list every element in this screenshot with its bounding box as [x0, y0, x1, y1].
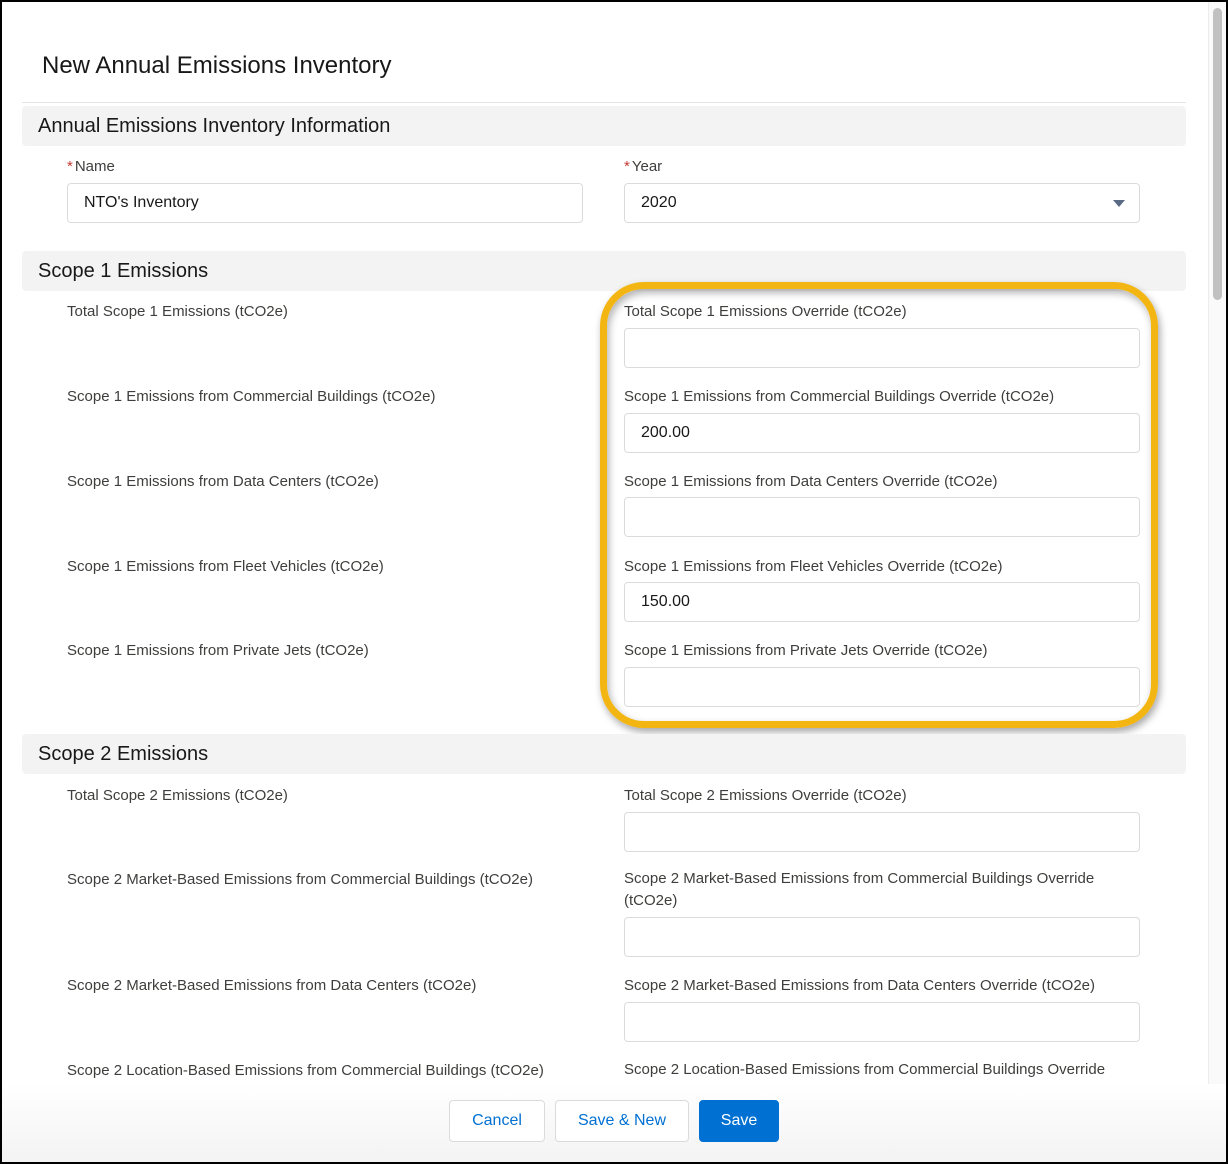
- chevron-down-icon: [1113, 200, 1125, 207]
- scope1-jets-override-input[interactable]: [624, 667, 1140, 707]
- cancel-button[interactable]: Cancel: [449, 1100, 545, 1142]
- required-marker: *: [67, 158, 73, 175]
- scope1-commercial-label: Scope 1 Emissions from Commercial Buildi…: [67, 388, 436, 405]
- year-value: 2020: [641, 194, 677, 211]
- scope1-fleet-override-input[interactable]: [624, 582, 1140, 622]
- scrollbar[interactable]: [1208, 2, 1226, 1084]
- scope2-location-commercial-override-label: Scope 2 Location-Based Emissions from Co…: [624, 1061, 1106, 1078]
- scope1-datacenters-override-input[interactable]: [624, 497, 1140, 537]
- scope2-total-override-label: Total Scope 2 Emissions Override (tCO2e): [624, 787, 907, 804]
- scope1-jets-override-label: Scope 1 Emissions from Private Jets Over…: [624, 642, 988, 659]
- modal-footer: Cancel Save & New Save: [2, 1084, 1226, 1162]
- scrollbar-thumb[interactable]: [1213, 8, 1222, 300]
- scope1-datacenters-override-label: Scope 1 Emissions from Data Centers Over…: [624, 473, 998, 490]
- scope1-total-override-label: Total Scope 1 Emissions Override (tCO2e): [624, 303, 907, 320]
- name-input[interactable]: [67, 183, 583, 223]
- new-record-modal: New Annual Emissions Inventory Annual Em…: [2, 2, 1226, 1162]
- scope1-commercial-override-input[interactable]: [624, 413, 1140, 453]
- scope2-market-datacenters-label: Scope 2 Market-Based Emissions from Data…: [67, 977, 477, 994]
- scope1-commercial-override-label: Scope 1 Emissions from Commercial Buildi…: [624, 388, 1055, 405]
- modal-body: New Annual Emissions Inventory Annual Em…: [2, 2, 1208, 1084]
- scope2-market-commercial-override-label: Scope 2 Market-Based Emissions from Comm…: [624, 870, 1095, 909]
- section-header-scope2[interactable]: Scope 2 Emissions: [22, 734, 1186, 774]
- section-header-information[interactable]: Annual Emissions Inventory Information: [22, 106, 1186, 146]
- year-select[interactable]: 2020: [624, 183, 1140, 223]
- scope2-market-commercial-label: Scope 2 Market-Based Emissions from Comm…: [67, 871, 533, 888]
- scope2-total-label: Total Scope 2 Emissions (tCO2e): [67, 787, 288, 804]
- scope1-total-label: Total Scope 1 Emissions (tCO2e): [67, 303, 288, 320]
- scope1-jets-label: Scope 1 Emissions from Private Jets (tCO…: [67, 642, 369, 659]
- scope2-market-datacenters-override-input[interactable]: [624, 1002, 1140, 1042]
- name-label: * Name: [67, 158, 115, 175]
- save-and-new-button[interactable]: Save & New: [555, 1100, 689, 1142]
- section-header-scope1[interactable]: Scope 1 Emissions: [22, 251, 1186, 291]
- scope2-total-override-input[interactable]: [624, 812, 1140, 852]
- title-divider: [22, 102, 1186, 103]
- year-label: * Year: [624, 158, 663, 175]
- modal-title: New Annual Emissions Inventory: [42, 52, 392, 79]
- scope1-fleet-override-label: Scope 1 Emissions from Fleet Vehicles Ov…: [624, 558, 1003, 575]
- scope1-fleet-label: Scope 1 Emissions from Fleet Vehicles (t…: [67, 558, 384, 575]
- save-button[interactable]: Save: [699, 1100, 779, 1142]
- required-marker: *: [624, 158, 630, 175]
- scope1-datacenters-label: Scope 1 Emissions from Data Centers (tCO…: [67, 473, 379, 490]
- scope2-market-datacenters-override-label: Scope 2 Market-Based Emissions from Data…: [624, 977, 1095, 994]
- scope1-total-override-input[interactable]: [624, 328, 1140, 368]
- scope2-market-commercial-override-input[interactable]: [624, 917, 1140, 957]
- scope2-location-commercial-label: Scope 2 Location-Based Emissions from Co…: [67, 1062, 544, 1079]
